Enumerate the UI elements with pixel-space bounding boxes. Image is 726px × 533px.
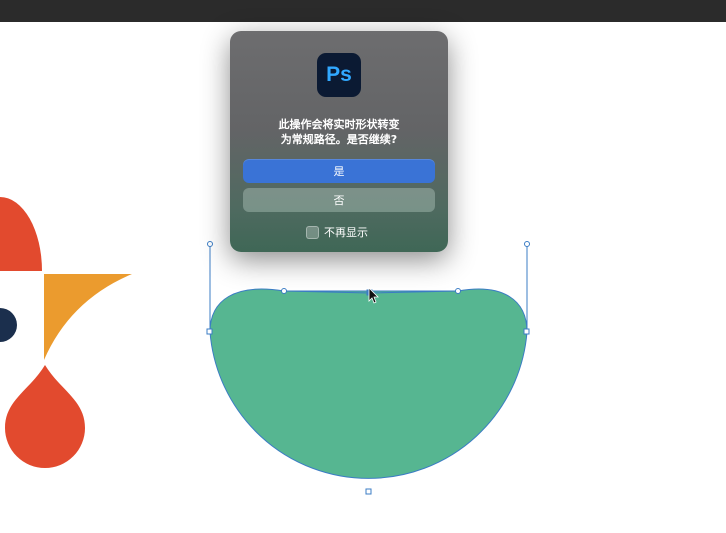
no-button[interactable]: 否 <box>243 188 435 212</box>
left-anchor-point[interactable] <box>206 328 213 335</box>
dialog-message: 此操作会将实时形状转变 为常规路径。是否继续? <box>230 117 448 147</box>
yes-button[interactable]: 是 <box>243 159 435 183</box>
red-quarter-shape[interactable] <box>0 197 42 271</box>
right-anchor-point[interactable] <box>523 328 530 335</box>
convert-shape-dialog: Ps 此操作会将实时形状转变 为常规路径。是否继续? 是 否 不再显示 <box>230 31 448 252</box>
orange-beak-shape[interactable] <box>44 274 132 360</box>
bottom-anchor-point[interactable] <box>365 488 372 495</box>
dialog-message-line1: 此操作会将实时形状转变 <box>278 118 400 131</box>
red-drop-shape[interactable] <box>5 365 85 468</box>
dont-show-again-checkbox[interactable] <box>306 225 319 239</box>
left-handle-point[interactable] <box>207 241 213 247</box>
dont-show-again-label: 不再显示 <box>324 226 368 239</box>
dialog-message-line2: 为常规路径。是否继续? <box>280 133 398 146</box>
photoshop-icon: Ps <box>317 53 361 97</box>
dont-show-again-option[interactable]: 不再显示 <box>306 225 368 239</box>
green-circle-shape[interactable] <box>210 289 527 479</box>
top-left-handle-point[interactable] <box>281 288 287 294</box>
top-right-handle-point[interactable] <box>455 288 461 294</box>
right-handle-point[interactable] <box>524 241 530 247</box>
app-icon-text: Ps <box>326 63 352 86</box>
navy-circle-shape[interactable] <box>0 308 17 342</box>
top-bar <box>0 0 726 22</box>
